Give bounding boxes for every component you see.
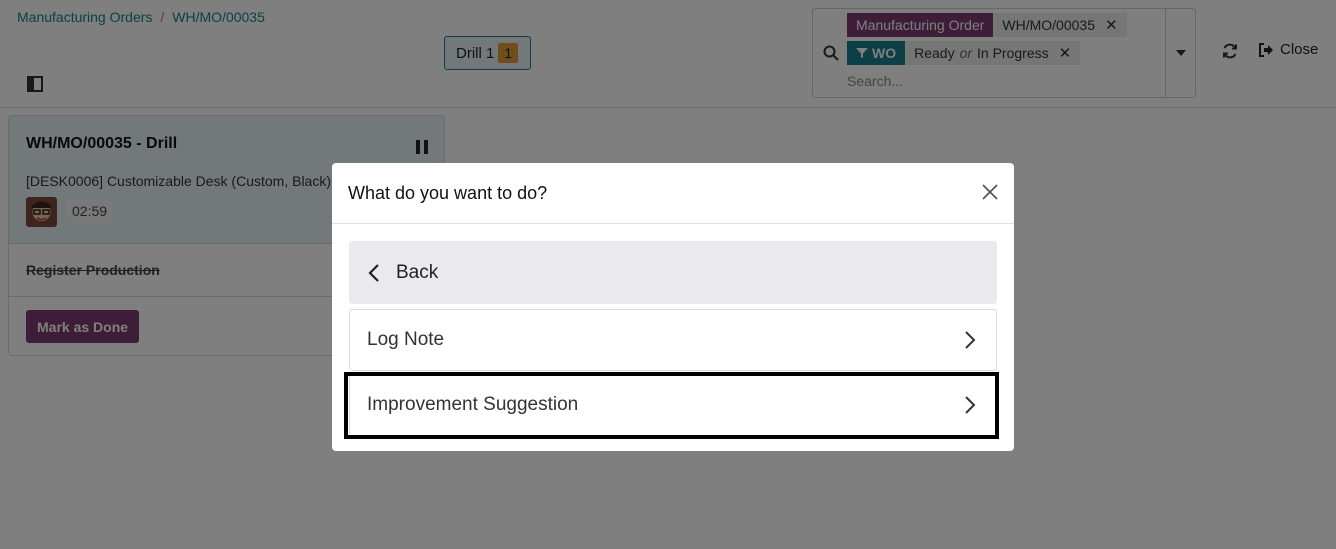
dialog-title: What do you want to do? (348, 183, 548, 203)
back-option-label: Back (396, 261, 439, 283)
chevron-right-icon (965, 331, 976, 349)
chevron-right-icon (965, 396, 976, 414)
improvement-suggestion-option[interactable]: Improvement Suggestion (349, 373, 997, 437)
log-note-option[interactable]: Log Note (349, 309, 997, 371)
chevron-left-icon (368, 263, 379, 282)
dialog-header: What do you want to do? (332, 163, 1014, 224)
improvement-suggestion-label: Improvement Suggestion (367, 394, 579, 415)
log-note-label: Log Note (367, 329, 445, 350)
back-option[interactable]: Back (349, 241, 997, 304)
action-dialog: What do you want to do? Back Log Note Im… (332, 163, 1014, 451)
close-icon[interactable] (982, 184, 998, 205)
